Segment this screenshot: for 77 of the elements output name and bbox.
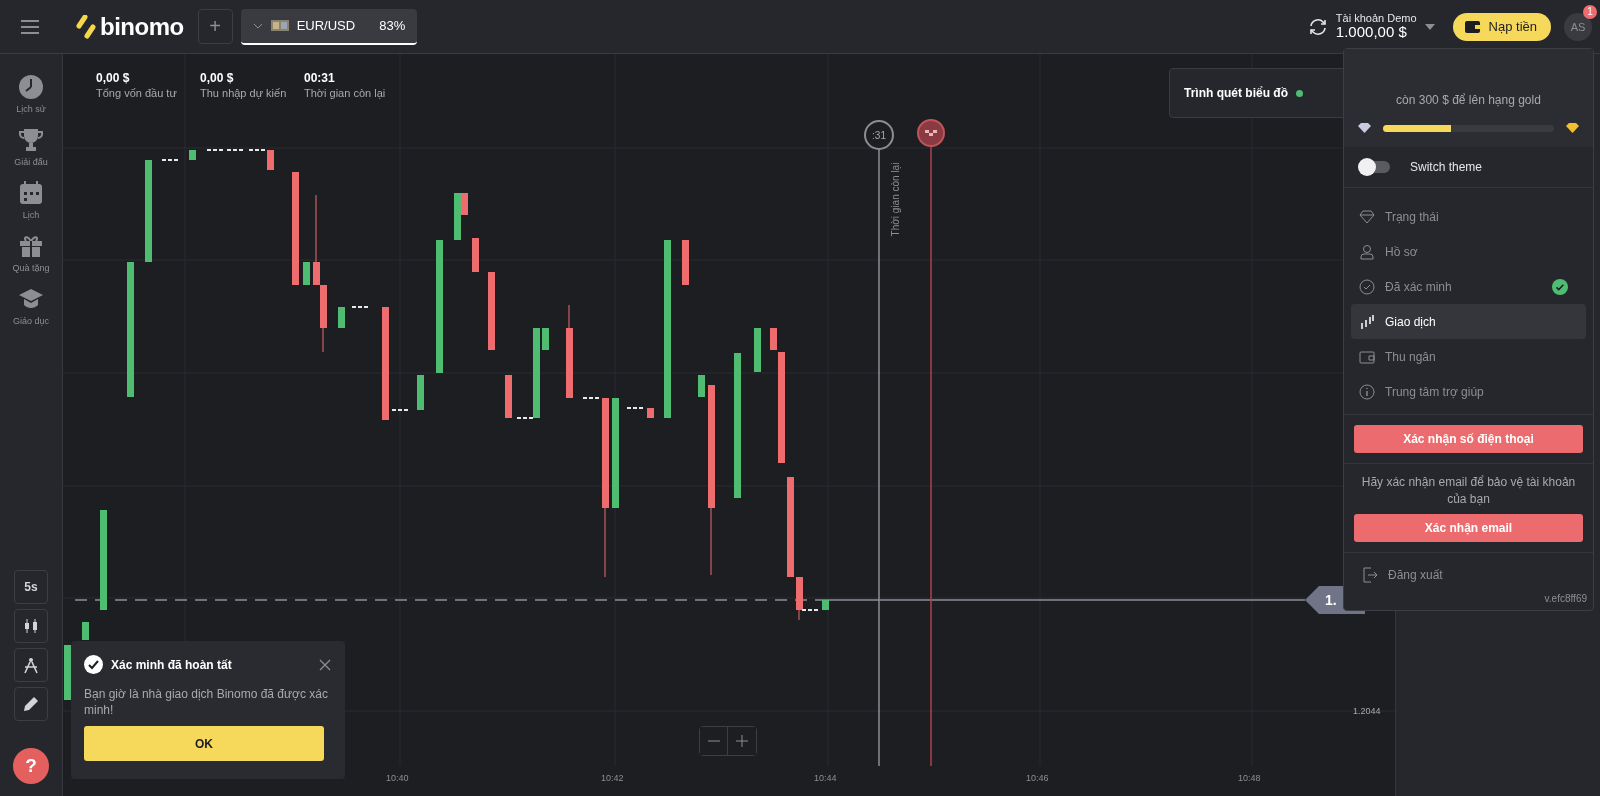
toggle-label: Switch theme	[1410, 160, 1483, 174]
finish-flag-icon	[917, 119, 945, 147]
candles-icon	[1359, 313, 1375, 330]
stat-label: Thời gian còn lại	[304, 87, 387, 99]
axis-label: 10:46	[1026, 773, 1049, 783]
trophy-icon	[18, 127, 44, 153]
calendar-icon	[18, 180, 44, 206]
check-circle-icon	[1359, 278, 1375, 295]
logo-icon	[76, 14, 96, 39]
clock-icon	[18, 74, 44, 100]
caret-icon[interactable]	[1424, 23, 1435, 30]
stat-label: Tổng vốn đầu tư	[96, 87, 178, 99]
sidebar-item[interactable]: Lịch	[18, 180, 44, 220]
candles-icon	[23, 618, 39, 634]
sidebar-item[interactable]: Quà tặng	[12, 233, 50, 273]
pencil-icon	[23, 696, 39, 712]
stat-label: Thu nhập dự kiến	[200, 87, 288, 99]
menu-icon[interactable]	[20, 18, 40, 35]
ok-button[interactable]: OK	[84, 726, 324, 762]
sidebar-item[interactable]: Giáo dục	[13, 286, 49, 326]
verify-phone-button[interactable]: Xác nhận số điện thoại	[1354, 425, 1583, 453]
notification-badge: 1	[1583, 4, 1597, 19]
plus-icon	[736, 735, 748, 747]
logo-text: binomo	[100, 12, 184, 41]
theme-toggle[interactable]	[1360, 161, 1390, 173]
diamond-icon	[1566, 123, 1579, 133]
timer-label: Thời gian còn lại	[889, 161, 901, 239]
stat-value: 0,00 $	[200, 71, 235, 85]
menu-item[interactable]: Giao dịch	[1351, 304, 1586, 339]
gift-icon	[18, 233, 44, 259]
sidebar-item[interactable]: Lịch sử	[16, 74, 46, 114]
account-type: Tài khoản Demo	[1335, 12, 1417, 25]
axis-label: 10:42	[601, 773, 624, 783]
check-circle-icon	[84, 655, 103, 674]
caret-icon	[252, 22, 263, 29]
menu-item[interactable]: Trạng thái	[1351, 199, 1586, 234]
help-button[interactable]: ?	[13, 748, 49, 784]
refresh-icon[interactable]	[1307, 16, 1328, 37]
axis-label: 10:44	[814, 773, 837, 783]
logout-icon	[1362, 566, 1378, 583]
deposit-button[interactable]: Nạp tiền	[1452, 12, 1551, 41]
verify-email-button[interactable]: Xác nhận email	[1354, 513, 1583, 542]
info-icon	[1359, 383, 1375, 400]
notification-title: Xác minh đã hoàn tất	[111, 657, 233, 672]
minus-icon	[707, 740, 720, 742]
compass-icon	[23, 656, 39, 674]
menu-item[interactable]: Thu ngân	[1351, 339, 1586, 374]
menu-item[interactable]: Đã xác minh	[1351, 269, 1586, 304]
diamond-icon	[1358, 123, 1371, 133]
timer-badge: :31	[864, 120, 894, 150]
drawing-button[interactable]	[14, 687, 48, 721]
menu-item[interactable]: Trung tâm trợ giúp	[1351, 374, 1586, 409]
diamond-icon	[1359, 208, 1375, 225]
scanner-label: Trình quét biểu đồ	[1184, 86, 1288, 100]
version-text: v.efc8ff69	[1544, 592, 1587, 604]
asset-tab[interactable]: EUR/USD 83%	[240, 8, 418, 45]
axis-label: 10:40	[386, 773, 409, 783]
email-note: Hãy xác nhận email để bảo vệ tài khoản của bạn	[1360, 474, 1577, 508]
interval-button[interactable]: 5s	[14, 570, 48, 604]
close-icon[interactable]	[319, 658, 331, 671]
stat-value: 0,00 $	[96, 71, 131, 85]
add-asset-button[interactable]: +	[197, 9, 233, 44]
wallet-icon	[1359, 348, 1375, 365]
menu-item[interactable]: Hồ sơ	[1351, 234, 1586, 269]
sidebar-item[interactable]: Giải đấu	[14, 127, 48, 167]
axis-label: 1.2044	[1353, 706, 1381, 716]
flag-icon	[270, 20, 289, 31]
chart-type-button[interactable]	[14, 609, 48, 643]
user-icon	[1359, 243, 1375, 260]
logout-button[interactable]: Đăng xuất	[1362, 566, 1443, 583]
progress-text: còn 300 $ để lên hạng gold	[1396, 93, 1541, 107]
stat-value: 00:31	[304, 71, 336, 85]
notification-text: Bạn giờ là nhà giao dịch Binomo đã được xác minh!	[84, 686, 329, 719]
account-balance: 1.000,00 $	[1335, 24, 1408, 41]
wallet-icon	[1464, 20, 1481, 33]
axis-label: 10:48	[1238, 773, 1261, 783]
indicators-button[interactable]	[14, 648, 48, 682]
